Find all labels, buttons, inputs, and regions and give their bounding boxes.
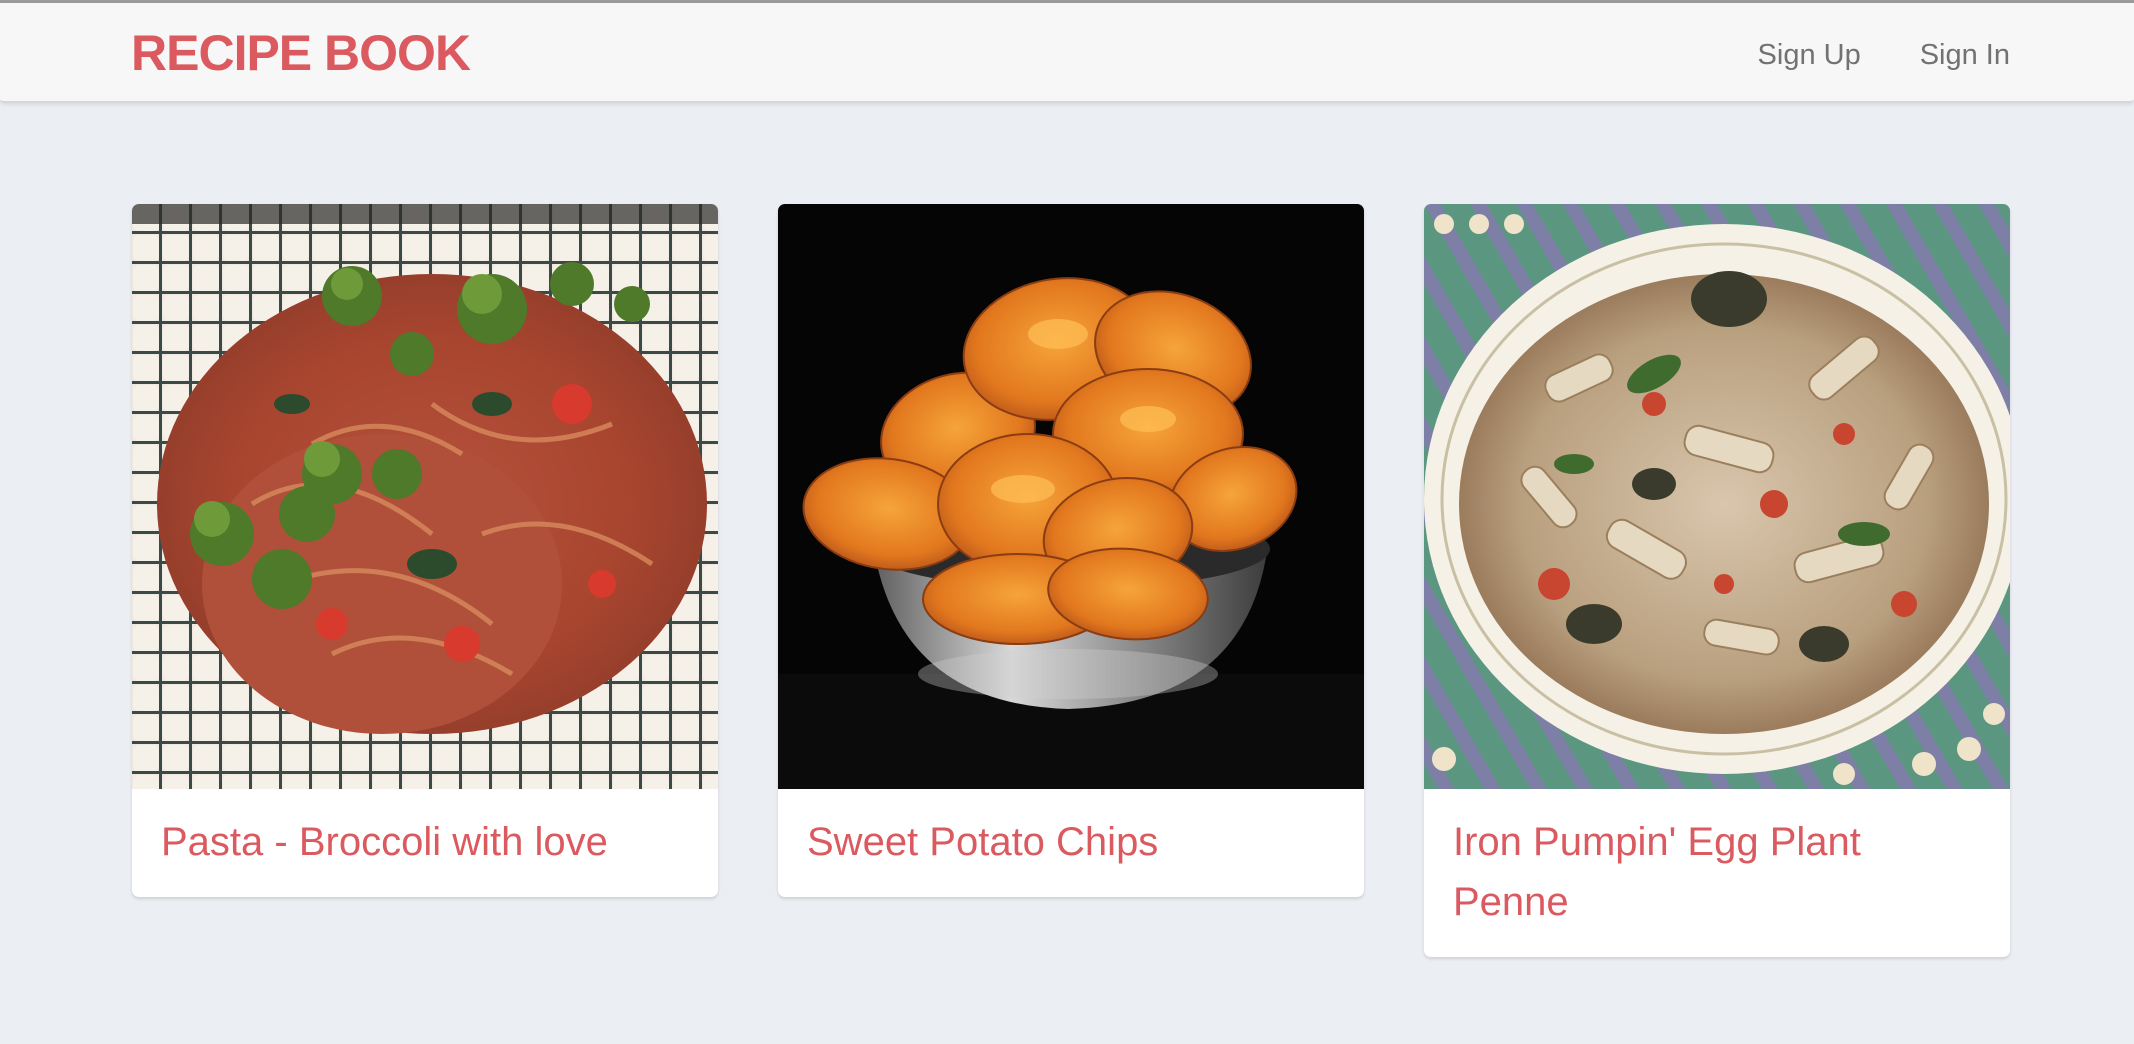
- recipe-card-body: Pasta - Broccoli with love: [132, 789, 718, 897]
- brand-logo[interactable]: RECIPE BOOK: [131, 23, 471, 83]
- recipe-title[interactable]: Pasta - Broccoli with love: [161, 812, 689, 872]
- recipe-image-eggplant-penne[interactable]: [1424, 204, 2010, 789]
- recipe-image-pasta-broccoli[interactable]: [132, 204, 718, 789]
- sign-up-link[interactable]: Sign Up: [1758, 35, 1861, 75]
- recipe-card-body: Iron Pumpin' Egg Plant Penne: [1424, 789, 2010, 957]
- pasta-broccoli-photo: [132, 204, 718, 789]
- recipe-title[interactable]: Sweet Potato Chips: [807, 812, 1335, 872]
- navbar: RECIPE BOOK Sign Up Sign In: [0, 3, 2134, 103]
- sign-in-link[interactable]: Sign In: [1920, 35, 2010, 75]
- recipe-grid: Pasta - Broccoli with love Sweet Potato …: [132, 204, 2010, 957]
- recipe-card[interactable]: Pasta - Broccoli with love: [132, 204, 718, 897]
- recipe-card-body: Sweet Potato Chips: [778, 789, 1364, 897]
- recipe-card[interactable]: Iron Pumpin' Egg Plant Penne: [1424, 204, 2010, 957]
- sweet-potato-chips-photo: [778, 204, 1364, 789]
- recipe-card[interactable]: Sweet Potato Chips: [778, 204, 1364, 897]
- nav-links: Sign Up Sign In: [1758, 35, 2010, 75]
- recipe-title[interactable]: Iron Pumpin' Egg Plant Penne: [1453, 812, 1981, 932]
- eggplant-penne-photo: [1424, 204, 2010, 789]
- recipe-image-sweet-potato-chips[interactable]: [778, 204, 1364, 789]
